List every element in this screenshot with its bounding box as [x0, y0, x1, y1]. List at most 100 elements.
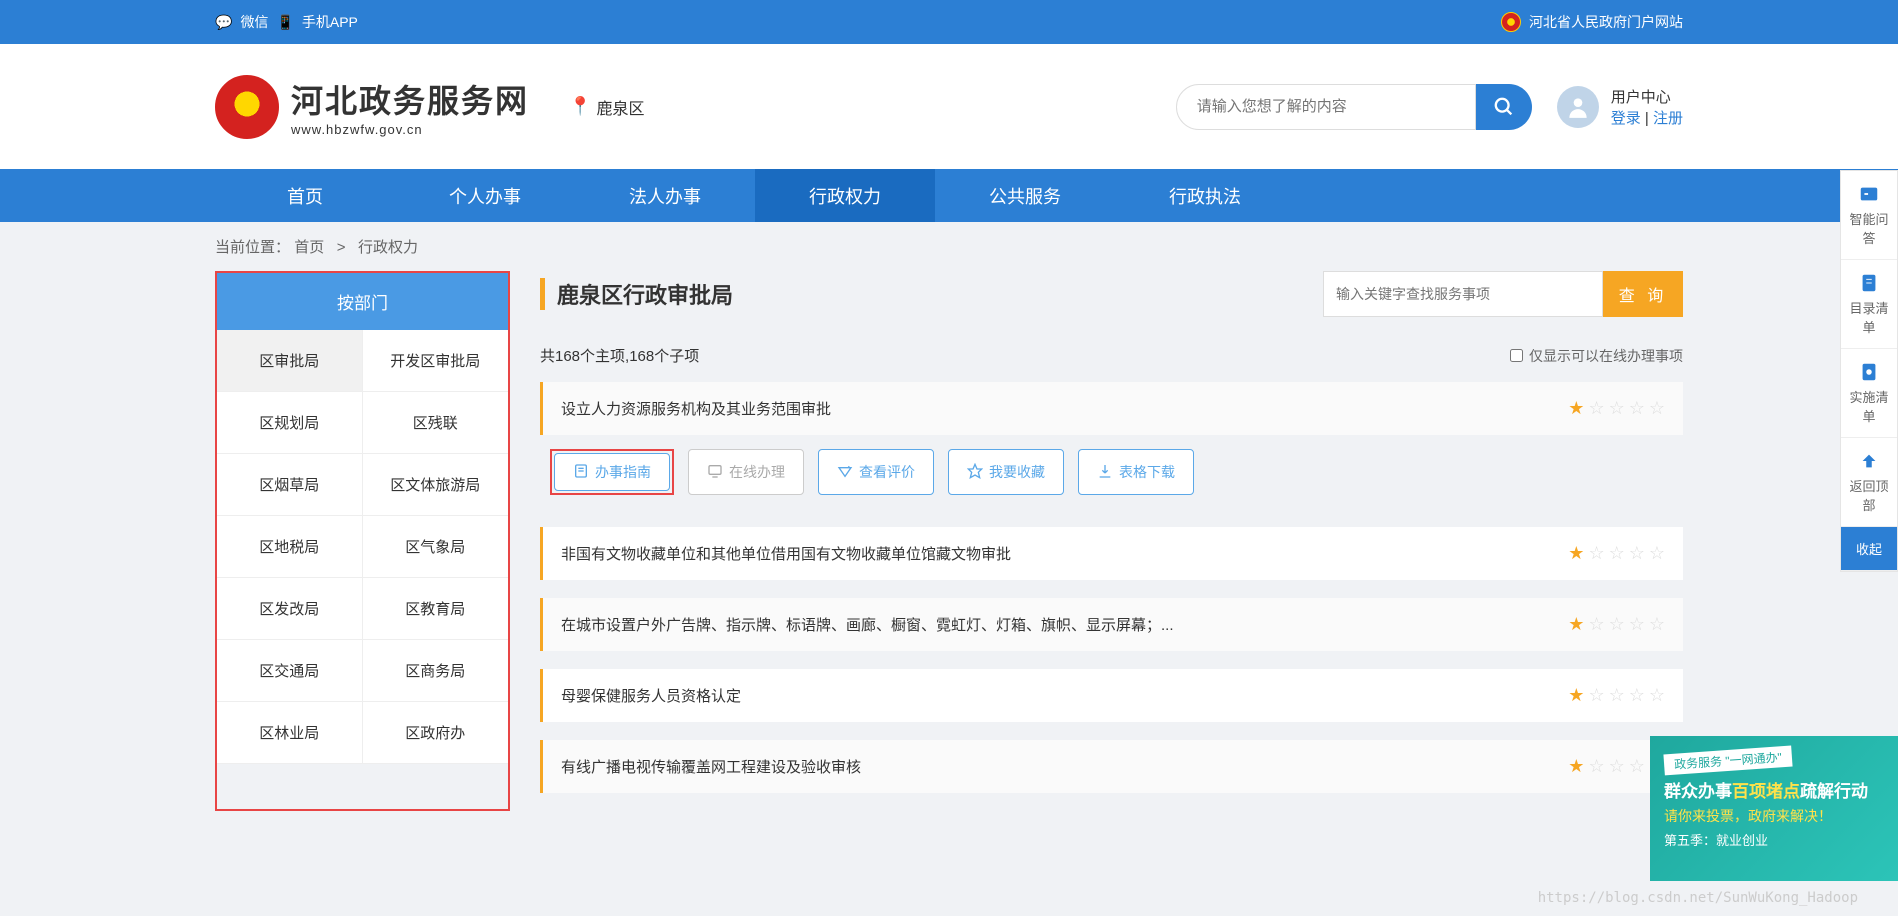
rail-icon — [1847, 450, 1891, 472]
dept-item[interactable]: 区残联 — [363, 392, 509, 454]
dept-item[interactable]: 区林业局 — [217, 702, 363, 764]
count-text: 共168个主项,168个子项 — [540, 345, 699, 366]
search-button[interactable] — [1476, 84, 1532, 130]
dept-item[interactable]: 区交通局 — [217, 640, 363, 702]
login-link[interactable]: 登录 — [1611, 110, 1641, 127]
edit-icon — [837, 463, 853, 482]
star-icon: ☆ — [1588, 614, 1604, 635]
star-icon: ☆ — [1629, 543, 1645, 564]
star-rating[interactable]: ★☆☆☆☆ — [1568, 398, 1665, 419]
star-icon: ★ — [1568, 614, 1584, 635]
watermark: https://blog.csdn.net/SunWuKong_Hadoop — [1538, 890, 1858, 906]
search-input[interactable] — [1176, 84, 1476, 130]
site-title: 河北政务服务网 — [291, 76, 529, 122]
service-item-title: 设立人力资源服务机构及其业务范围审批 — [561, 398, 831, 419]
location-selector[interactable]: 📍 鹿泉区 — [569, 95, 644, 119]
rail-item-3[interactable]: 返回顶部 — [1841, 438, 1897, 527]
star-icon: ☆ — [1629, 685, 1645, 706]
service-item-title: 母婴保健服务人员资格认定 — [561, 685, 741, 706]
service-item-row[interactable]: 非国有文物收藏单位和其他单位借用国有文物收藏单位馆藏文物审批★☆☆☆☆ — [540, 527, 1683, 580]
nav-item-0[interactable]: 首页 — [215, 169, 395, 222]
rail-icon — [1847, 272, 1891, 294]
star-icon: ☆ — [1629, 398, 1645, 419]
star-icon: ☆ — [1588, 685, 1604, 706]
rail-item-1[interactable]: 目录清单 — [1841, 260, 1897, 349]
register-link[interactable]: 注册 — [1653, 110, 1683, 127]
emblem-small-icon — [1501, 12, 1521, 32]
service-item-row[interactable]: 母婴保健服务人员资格认定★☆☆☆☆ — [540, 669, 1683, 722]
download-button[interactable]: 表格下载 — [1078, 449, 1194, 495]
star-icon: ☆ — [1588, 756, 1604, 777]
star-icon: ★ — [1568, 543, 1584, 564]
star-icon: ☆ — [1609, 398, 1625, 419]
review-button[interactable]: 查看评价 — [818, 449, 934, 495]
nav-item-4[interactable]: 公共服务 — [935, 169, 1115, 222]
rail-item-4[interactable]: 收起 — [1841, 527, 1897, 571]
online-only-toggle[interactable]: 仅显示可以在线办理事项 — [1510, 346, 1683, 366]
right-rail: 智能问答目录清单实施清单返回顶部收起 — [1840, 170, 1898, 572]
pin-icon: 📍 — [569, 96, 591, 117]
breadcrumb-sep: > — [337, 239, 346, 256]
nav-item-5[interactable]: 行政执法 — [1115, 169, 1295, 222]
emblem-icon — [215, 75, 279, 139]
gov-portal-link[interactable]: 河北省人民政府门户网站 — [1529, 12, 1683, 32]
dept-item[interactable]: 区规划局 — [217, 392, 363, 454]
sidebar-header[interactable]: 按部门 — [217, 273, 508, 330]
nav-item-2[interactable]: 法人办事 — [575, 169, 755, 222]
star-icon: ★ — [1568, 685, 1584, 706]
sidebar: 按部门 区审批局开发区审批局区规划局区残联区烟草局区文体旅游局区地税局区气象局区… — [215, 271, 510, 811]
favorite-button[interactable]: 我要收藏 — [948, 449, 1064, 495]
dept-item[interactable]: 区教育局 — [363, 578, 509, 640]
dept-item[interactable]: 区地税局 — [217, 516, 363, 578]
site-url: www.hbzwfw.gov.cn — [291, 122, 529, 137]
star-icon: ☆ — [1649, 543, 1665, 564]
star-icon: ☆ — [1649, 614, 1665, 635]
dept-item[interactable]: 开发区审批局 — [363, 330, 509, 392]
query-button[interactable]: 查 询 — [1603, 271, 1683, 317]
online-button: 在线办理 — [688, 449, 804, 495]
promo-tag: 政务服务 "一网通办" — [1663, 746, 1792, 776]
guide-icon — [573, 463, 589, 482]
star-icon: ☆ — [1609, 543, 1625, 564]
avatar[interactable] — [1557, 86, 1599, 128]
app-link[interactable]: 手机APP — [302, 12, 358, 32]
star-rating[interactable]: ★☆☆☆☆ — [1568, 685, 1665, 706]
dept-item[interactable]: 区文体旅游局 — [363, 454, 509, 516]
service-item-row[interactable]: 设立人力资源服务机构及其业务范围审批 ★☆☆☆☆ — [540, 382, 1683, 435]
promo-banner[interactable]: 政务服务 "一网通办" 群众办事百项堵点疏解行动 请你来投票，政府来解决！ 第五… — [1650, 736, 1898, 881]
star-outline-icon — [967, 463, 983, 482]
breadcrumb-label: 当前位置： — [215, 239, 290, 256]
star-icon: ☆ — [1609, 685, 1625, 706]
nav-item-3[interactable]: 行政权力 — [755, 169, 935, 222]
rail-item-2[interactable]: 实施清单 — [1841, 349, 1897, 438]
star-rating[interactable]: ★☆☆☆☆ — [1568, 543, 1665, 564]
user-icon — [1565, 94, 1591, 120]
star-rating[interactable]: ★☆☆☆☆ — [1568, 614, 1665, 635]
dept-item[interactable]: 区发改局 — [217, 578, 363, 640]
breadcrumb: 当前位置： 首页 > 行政权力 — [0, 222, 1898, 271]
breadcrumb-home[interactable]: 首页 — [294, 239, 324, 256]
service-item-row[interactable]: 在城市设置户外广告牌、指示牌、标语牌、画廊、橱窗、霓虹灯、灯箱、旗帜、显示屏幕；… — [540, 598, 1683, 651]
star-icon: ☆ — [1649, 685, 1665, 706]
filter-input[interactable] — [1323, 271, 1603, 317]
content: 鹿泉区行政审批局 查 询 共168个主项,168个子项 仅显示可以在线办理事项 … — [540, 271, 1683, 811]
dept-item[interactable]: 区商务局 — [363, 640, 509, 702]
dept-item[interactable]: 区气象局 — [363, 516, 509, 578]
rail-item-0[interactable]: 智能问答 — [1841, 171, 1897, 260]
star-icon: ★ — [1568, 756, 1584, 777]
wechat-link[interactable]: 微信 — [240, 12, 268, 32]
star-icon: ☆ — [1588, 398, 1604, 419]
dept-item[interactable]: 区审批局 — [217, 330, 363, 392]
star-icon: ☆ — [1609, 614, 1625, 635]
user-center-label: 用户中心 — [1611, 86, 1683, 107]
dept-item[interactable]: 区烟草局 — [217, 454, 363, 516]
star-icon: ☆ — [1609, 756, 1625, 777]
dept-item[interactable]: 区政府办 — [363, 702, 509, 764]
service-item-title: 在城市设置户外广告牌、指示牌、标语牌、画廊、橱窗、霓虹灯、灯箱、旗帜、显示屏幕；… — [561, 614, 1174, 635]
guide-button[interactable]: 办事指南 — [554, 453, 670, 491]
online-only-checkbox[interactable] — [1510, 349, 1523, 362]
star-icon: ☆ — [1629, 756, 1645, 777]
monitor-icon — [707, 463, 723, 482]
nav-item-1[interactable]: 个人办事 — [395, 169, 575, 222]
service-item-row[interactable]: 有线广播电视传输覆盖网工程建设及验收审核★☆☆☆☆ — [540, 740, 1683, 793]
